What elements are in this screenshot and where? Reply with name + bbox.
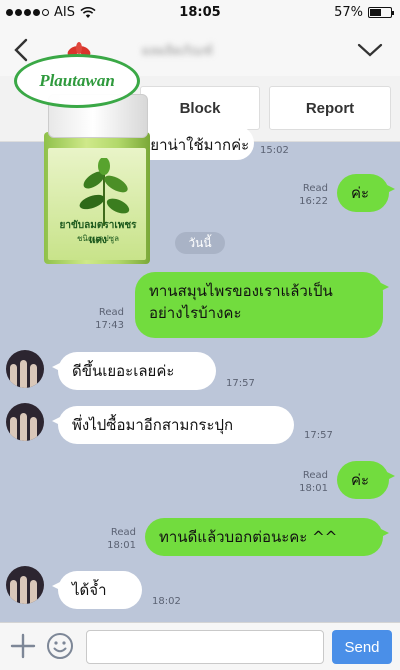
plus-icon[interactable] — [10, 633, 36, 659]
date-separator: วันนี้ — [175, 232, 225, 254]
status-bar: AIS 18:05 57% — [0, 0, 400, 26]
message-bubble[interactable]: ทานสมุนไพรของเราแล้วเป็น อย่างไรบ้างคะ — [135, 272, 389, 338]
message-time: 18:02 — [152, 596, 181, 607]
message-bubble[interactable]: ค่ะ — [337, 174, 395, 212]
product-jar-image: ยาขับลมตราเพชรแดง ชนิดแคปซูล — [38, 92, 158, 272]
message-bubble[interactable]: ได้จ้ำ — [52, 571, 142, 609]
message-bubble[interactable]: ทานดีแล้วบอกต่อนะคะ ^^ — [145, 518, 389, 556]
product-subname: ชนิดแคปซูล — [76, 234, 119, 243]
brand-oval: Plautawan — [14, 54, 140, 108]
message-read-status: Read 18:01 — [299, 470, 328, 494]
message-time: 17:57 — [226, 378, 255, 389]
battery-percent: 57% — [334, 5, 363, 20]
block-button[interactable]: Block — [140, 86, 260, 130]
chat-title: ผลผลิตภัณฑ์ — [142, 44, 214, 59]
message-bubble[interactable]: ค่ะ — [337, 461, 395, 499]
brand-logo: Plautawan — [14, 42, 140, 110]
message-read-status: Read 16:22 — [299, 183, 328, 207]
message-bubble[interactable]: พึ่งไปซื้อมาอีกสามกระปุก — [52, 406, 294, 444]
avatar[interactable] — [6, 566, 44, 604]
message-read-status: Read 18:01 — [107, 527, 136, 551]
chevron-down-icon[interactable] — [356, 40, 384, 60]
message-input-bar: Send — [0, 622, 400, 670]
message-time: 17:57 — [304, 430, 333, 441]
message-time: 15:02 — [260, 145, 289, 156]
avatar[interactable] — [6, 350, 44, 388]
status-right: 57% — [334, 5, 394, 20]
avatar[interactable] — [6, 403, 44, 441]
emoji-icon[interactable] — [46, 632, 74, 660]
battery-icon — [368, 7, 394, 18]
message-read-status: Read 17:43 — [95, 307, 124, 331]
send-button[interactable]: Send — [332, 630, 392, 664]
report-button[interactable]: Report — [269, 86, 391, 130]
message-input[interactable] — [86, 630, 324, 664]
brand-name: Plautawan — [39, 71, 115, 90]
message-bubble[interactable]: ดีขึ้นเยอะเลยค่ะ — [52, 352, 216, 390]
